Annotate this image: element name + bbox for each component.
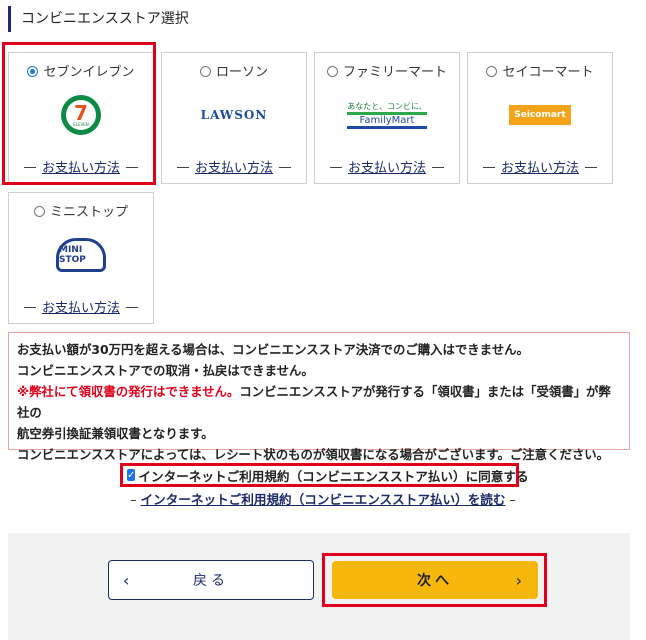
radio-icon[interactable]	[486, 66, 498, 77]
seicomart-logo: Seicomart	[468, 89, 612, 141]
back-button[interactable]: ‹ 戻る	[108, 560, 314, 600]
radio-icon[interactable]	[326, 66, 338, 77]
familymart-tagline: あなたと、コンビに、	[347, 102, 427, 111]
lawson-logo-text: LAWSON	[200, 108, 268, 122]
store-option[interactable]: ミニストップ	[9, 201, 153, 220]
store-label: ローソン	[215, 65, 268, 80]
store-label: セイコーマート	[502, 65, 594, 80]
payment-method-link[interactable]: お支払い方法	[42, 301, 120, 316]
next-button-label: 次へ	[417, 573, 453, 589]
back-button-label: 戻る	[193, 573, 229, 589]
radio-icon[interactable]	[199, 66, 211, 77]
store-label: ファミリーマート	[342, 65, 447, 80]
store-option[interactable]: セイコーマート	[468, 61, 612, 80]
checkbox-checked-icon[interactable]: ✓	[127, 469, 136, 481]
payment-method-link[interactable]: お支払い方法	[195, 161, 273, 176]
next-button[interactable]: 次へ ›	[332, 561, 538, 599]
notice-box: お支払い額が30万円を超える場合は、コンビニエンスストア決済でのご購入はできませ…	[8, 332, 630, 462]
store-option[interactable]: ローソン	[162, 61, 306, 80]
payment-method-link[interactable]: お支払い方法	[348, 161, 426, 176]
notice-line: お支払い額が30万円を超える場合は、コンビニエンスストア決済でのご購入はできませ…	[17, 342, 529, 357]
ministop-logo-text: MINI STOP	[56, 238, 106, 272]
agree-label: インターネットご利用規約（コンビニエンスストア払い）に同意する	[138, 468, 529, 484]
store-card-lawson[interactable]: ローソン LAWSON お支払い方法	[161, 52, 307, 184]
store-option[interactable]: ファミリーマート	[315, 61, 459, 80]
familymart-logo: あなたと、コンビに、 FamilyMart	[315, 89, 459, 141]
lawson-logo: LAWSON	[162, 89, 306, 141]
store-card-familymart[interactable]: ファミリーマート あなたと、コンビに、 FamilyMart お支払い方法	[314, 52, 460, 184]
agree-checkbox-row[interactable]: ✓ インターネットご利用規約（コンビニエンスストア払い）に同意する	[120, 463, 529, 487]
familymart-logo-text: FamilyMart	[347, 112, 427, 129]
radio-icon[interactable]	[33, 206, 45, 217]
notice-line: コンビニエンスストアによっては、レシート状のものが領収書になる場合がございます。…	[17, 447, 610, 462]
seicomart-logo-text: Seicomart	[509, 105, 571, 125]
store-label: ミニストップ	[49, 205, 128, 220]
store-card-seicomart[interactable]: セイコーマート Seicomart お支払い方法	[467, 52, 613, 184]
notice-warning: ※弊社にて領収書の発行はできません。	[17, 384, 240, 399]
chevron-left-icon: ‹	[123, 570, 130, 590]
notice-line: コンビニエンスストアでの取消・払戻はできません。	[17, 363, 314, 378]
terms-row: – インターネットご利用規約（コンビニエンスストア払い）を読む –	[130, 492, 516, 507]
payment-method-link[interactable]: お支払い方法	[501, 161, 579, 176]
notice-line: 航空券引換証兼領収書となります。	[17, 426, 214, 441]
selected-store-highlight	[2, 42, 156, 185]
section-title: コンビニエンスストア選択	[8, 6, 189, 32]
store-card-ministop[interactable]: ミニストップ MINI STOP お支払い方法	[8, 192, 154, 324]
chevron-right-icon: ›	[515, 570, 522, 590]
ministop-logo: MINI STOP	[9, 229, 153, 281]
terms-link[interactable]: インターネットご利用規約（コンビニエンスストア払い）を読む	[141, 492, 506, 507]
